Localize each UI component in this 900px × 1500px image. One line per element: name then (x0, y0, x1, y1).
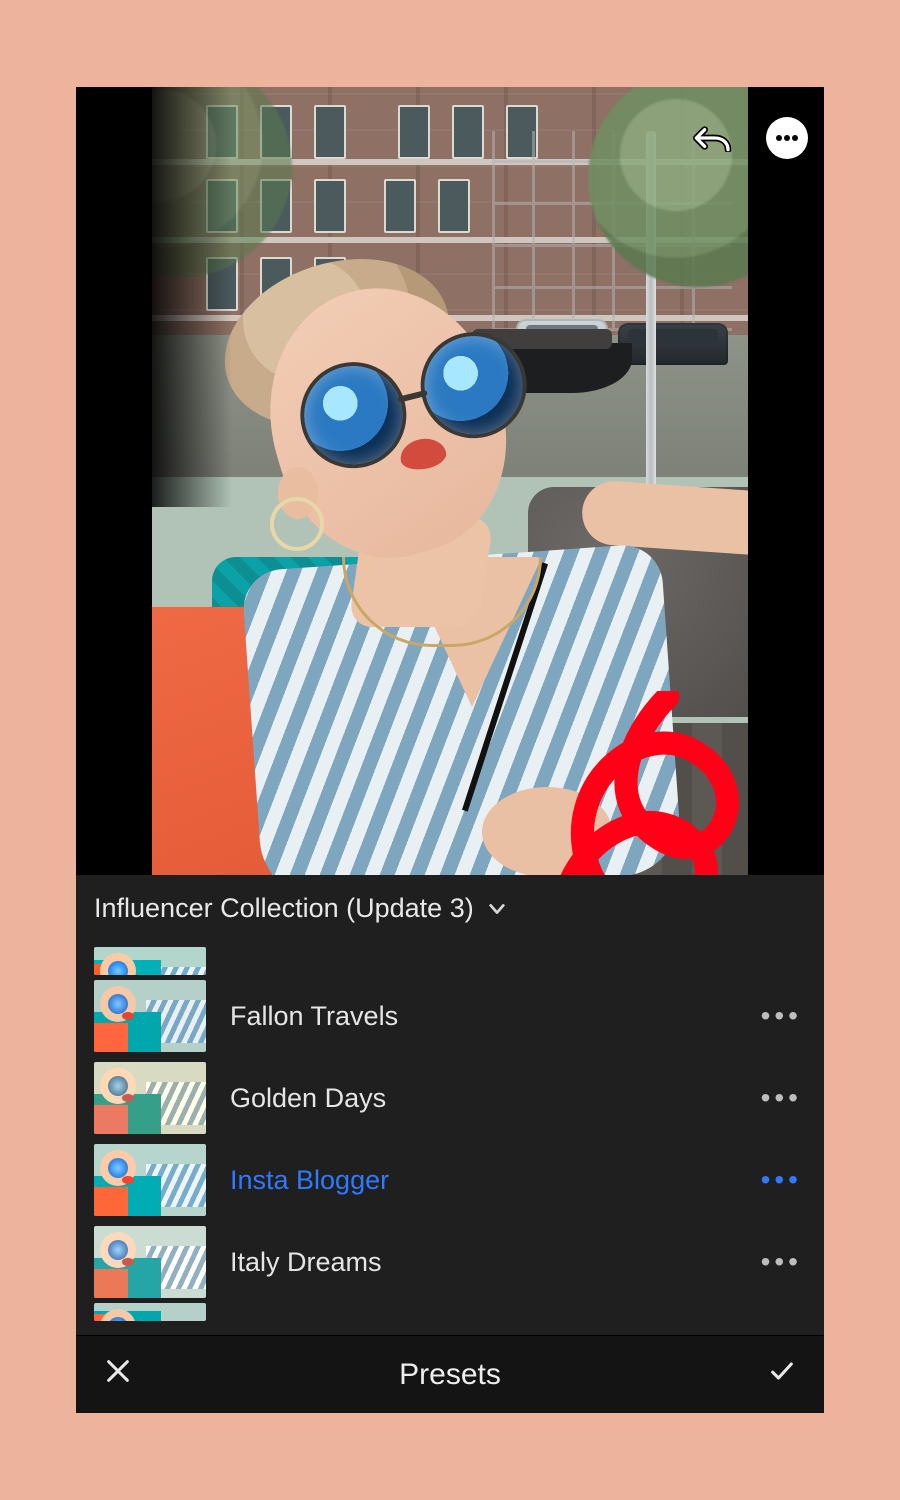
confirm-button[interactable] (768, 1357, 796, 1393)
preset-name: Fallon Travels (230, 1001, 761, 1032)
ellipsis-icon (776, 135, 798, 141)
app-frame: Influencer Collection (Update 3) Fallon … (76, 87, 824, 1413)
photo-viewport[interactable] (76, 87, 824, 877)
cancel-button[interactable] (104, 1357, 132, 1393)
bottom-title: Presets (76, 1358, 824, 1392)
collection-title: Influencer Collection (Update 3) (94, 893, 474, 924)
undo-icon (693, 124, 733, 152)
collection-dropdown[interactable]: Influencer Collection (Update 3) (76, 875, 824, 932)
preset-thumbnail (94, 1062, 206, 1134)
presets-panel: Influencer Collection (Update 3) Fallon … (76, 875, 824, 1335)
close-icon (104, 1357, 132, 1385)
chevron-down-icon (488, 900, 506, 918)
preset-row[interactable] (76, 1303, 824, 1323)
preset-thumbnail (94, 1226, 206, 1298)
preset-thumbnail (94, 1144, 206, 1216)
bottom-bar: Presets (76, 1335, 824, 1413)
preset-thumbnail (94, 980, 206, 1052)
preset-thumbnail (94, 1303, 206, 1321)
edited-photo (152, 87, 748, 877)
check-icon (768, 1357, 796, 1385)
preset-name: Golden Days (230, 1083, 761, 1114)
preset-row[interactable]: Fallon Travels••• (76, 975, 824, 1057)
preset-name: Insta Blogger (230, 1165, 761, 1196)
preset-row[interactable] (76, 945, 824, 975)
preset-row[interactable]: Italy Dreams••• (76, 1221, 824, 1303)
preset-name: Italy Dreams (230, 1247, 761, 1278)
preset-list[interactable]: Fallon Travels••• Golden Days••• Insta B… (76, 945, 824, 1335)
preset-row[interactable]: Golden Days••• (76, 1057, 824, 1139)
preset-row[interactable]: Insta Blogger••• (76, 1139, 824, 1221)
top-actions (692, 117, 808, 159)
undo-button[interactable] (692, 117, 734, 159)
preset-thumbnail (94, 947, 206, 975)
more-button[interactable] (766, 117, 808, 159)
